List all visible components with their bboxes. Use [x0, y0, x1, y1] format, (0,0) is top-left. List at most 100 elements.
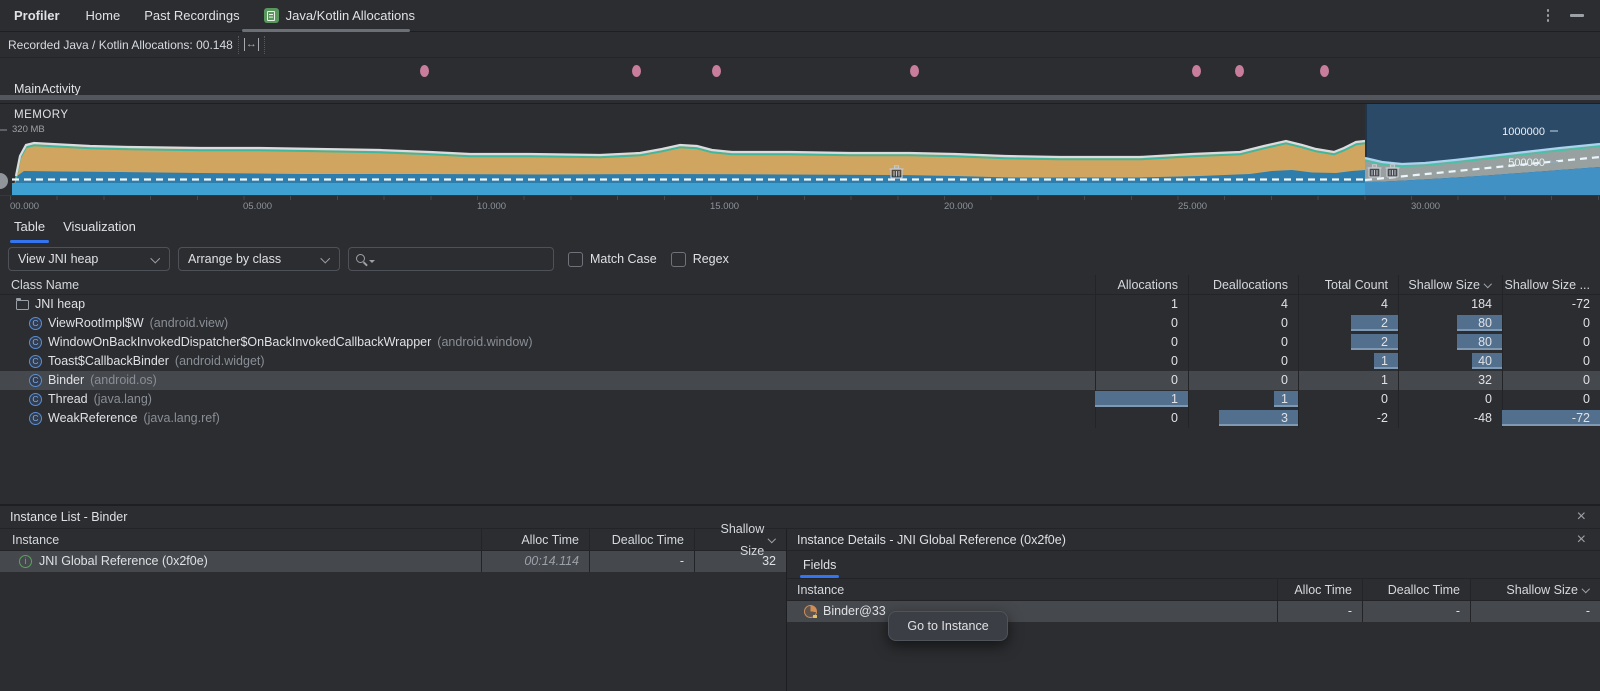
table-toolbar: View JNI heap Arrange by class Match Cas…	[0, 243, 1600, 275]
tab-visualization[interactable]: Visualization	[59, 213, 140, 243]
tab-table[interactable]: Table	[10, 213, 49, 243]
regex-option[interactable]: Regex	[671, 252, 729, 267]
table-row[interactable]: CWeakReference(java.lang.ref)03-2-48-72	[0, 409, 1600, 428]
table-row[interactable]: JNI heap144184-72	[0, 295, 1600, 314]
column-header-instance[interactable]: Instance	[787, 579, 1277, 600]
value-text: 0	[1171, 411, 1178, 425]
cell-value: 0	[1502, 390, 1600, 409]
table-row[interactable]: CToast$CallbackBinder(android.widget)001…	[0, 352, 1600, 371]
table-row[interactable]: CBinder(android.os)001320	[0, 371, 1600, 390]
minimize-icon[interactable]	[1570, 14, 1584, 17]
column-header[interactable]: Shallow Size	[694, 529, 786, 550]
cell-instance: iJNI Global Reference (0x2f0e)	[0, 551, 481, 572]
class-icon: C	[29, 355, 42, 368]
arrange-select[interactable]: Arrange by class	[178, 247, 340, 271]
value-text: 4	[1281, 297, 1288, 311]
memory-chart[interactable]: 1000000 500000 MEMORY 320 MB	[0, 103, 1600, 195]
cell-value: 1	[1298, 371, 1398, 390]
folder-icon	[16, 300, 29, 310]
field-icon	[804, 605, 817, 618]
profiler-window: Profiler Home Past Recordings Java/Kotli…	[0, 0, 1600, 691]
event-dot	[420, 65, 429, 77]
instance-row[interactable]: iJNI Global Reference (0x2f0e)00:14.114-…	[0, 551, 786, 572]
column-header-class-name[interactable]: Class Name	[0, 275, 1095, 294]
tab-profiler[interactable]: Profiler	[8, 0, 66, 32]
cell-value: 0	[1502, 314, 1600, 333]
package-name: (java.lang)	[94, 390, 152, 409]
class-icon: C	[29, 393, 42, 406]
value-text: 1	[1381, 354, 1388, 368]
selection-y-label-500k: 500000	[1508, 157, 1545, 169]
column-header-instance[interactable]: Instance	[0, 529, 481, 550]
heap-select[interactable]: View JNI heap	[8, 247, 170, 271]
tab-past-recordings[interactable]: Past Recordings	[138, 0, 245, 32]
close-icon[interactable]: ×	[1577, 530, 1586, 550]
column-header-label: Alloc Time	[1294, 579, 1352, 601]
column-header[interactable]: Alloc Time	[1277, 579, 1362, 600]
regex-checkbox[interactable]	[671, 252, 686, 267]
value-text: 0	[1171, 335, 1178, 349]
instance-details-tabs: Fields	[787, 551, 1600, 579]
instance-name: JNI Global Reference (0x2f0e)	[39, 551, 208, 572]
search-options-caret[interactable]	[369, 260, 375, 263]
column-header[interactable]: Dealloc Time	[589, 529, 694, 550]
cell-value: 1	[1095, 295, 1188, 314]
cell-class-name: CBinder(android.os)	[0, 371, 1095, 390]
class-icon: C	[29, 412, 42, 425]
separator	[264, 36, 265, 54]
close-icon[interactable]: ×	[1577, 507, 1586, 527]
value-text: -48	[1474, 411, 1492, 425]
search-input[interactable]	[377, 252, 547, 266]
kebab-menu-icon[interactable]	[1544, 6, 1553, 25]
chevron-down-icon	[321, 255, 330, 264]
search-box[interactable]	[348, 247, 554, 271]
table-row[interactable]: CWindowOnBackInvokedDispatcher$OnBackInv…	[0, 333, 1600, 352]
cell-value: 0	[1095, 352, 1188, 371]
arrange-select-value: Arrange by class	[188, 252, 281, 266]
tab-java-kotlin-allocations[interactable]: Java/Kotlin Allocations	[258, 0, 421, 32]
time-axis-label: 00.000	[10, 201, 39, 212]
cell-value: 0	[1095, 409, 1188, 428]
cell-value: 32	[1398, 371, 1502, 390]
cell-value: 0	[1298, 390, 1398, 409]
value-text: 80	[1478, 316, 1492, 330]
value-text: 0	[1485, 392, 1492, 406]
cell-value: 0	[1502, 371, 1600, 390]
tab-fields[interactable]: Fields	[800, 558, 839, 578]
class-table-header: Class NameAllocationsDeallocationsTotal …	[0, 275, 1600, 295]
match-case-checkbox[interactable]	[568, 252, 583, 267]
column-header[interactable]: Allocations	[1095, 275, 1188, 294]
column-header[interactable]: Shallow Size	[1398, 275, 1502, 294]
column-header[interactable]: Dealloc Time	[1362, 579, 1470, 600]
class-name: ViewRootImpl$W	[48, 314, 144, 333]
event-dot	[1192, 65, 1201, 77]
class-name: WeakReference	[48, 409, 137, 428]
cell-value: 1	[1298, 352, 1398, 371]
cell-value: -72	[1502, 295, 1600, 314]
event-dot	[1235, 65, 1244, 77]
cell-value: -2	[1298, 409, 1398, 428]
zoom-to-fit-icon[interactable]	[244, 38, 259, 51]
selection-region[interactable]: 1000000 500000	[1365, 104, 1600, 196]
instance-list-titlebar: Instance List - Binder ×	[0, 506, 1600, 529]
event-dot	[910, 65, 919, 77]
column-header[interactable]: Shallow Size	[1470, 579, 1600, 600]
column-header[interactable]: Alloc Time	[481, 529, 589, 550]
column-header[interactable]: Shallow Size ...	[1502, 275, 1600, 294]
event-timeline[interactable]	[0, 58, 1600, 84]
column-header-label: Shallow Size ...	[1505, 275, 1590, 295]
table-row[interactable]: CThread(java.lang)11000	[0, 390, 1600, 409]
sort-chevron-icon	[1484, 281, 1492, 289]
value-text: 2	[1381, 335, 1388, 349]
y-axis-tick	[0, 129, 7, 131]
cell-value: 0	[1502, 333, 1600, 352]
value-text: 1	[1281, 392, 1288, 406]
match-case-option[interactable]: Match Case	[568, 252, 657, 267]
table-row[interactable]: CViewRootImpl$W(android.view)002800	[0, 314, 1600, 333]
range-handle[interactable]	[0, 173, 8, 189]
column-header[interactable]: Total Count	[1298, 275, 1398, 294]
column-header[interactable]: Deallocations	[1188, 275, 1298, 294]
context-menu-item-go-to-instance[interactable]: Go to Instance	[907, 619, 988, 633]
tab-home[interactable]: Home	[80, 0, 127, 32]
memory-chart-canvas[interactable]: 1000000 500000	[0, 104, 1600, 196]
